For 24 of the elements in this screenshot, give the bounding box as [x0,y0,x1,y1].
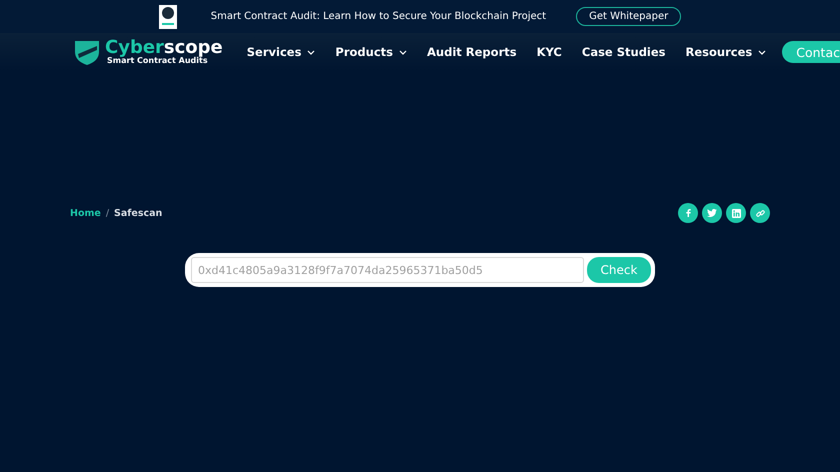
logo-text: Cyberscope [105,39,223,57]
link-icon [756,208,764,218]
current-page-label: Safescan [114,208,162,218]
whitepaper-button[interactable]: Get Whitepaper [576,7,682,26]
whitepaper-cover-icon [158,4,177,28]
nav-link[interactable]: Resources [686,45,766,59]
linkedin-icon [732,208,740,218]
breadcrumb-separator: / [106,208,110,218]
bird-icon [707,209,717,217]
share-button[interactable] [726,203,746,223]
address-input[interactable]: 0xd41c4805a9a3128f9f7a7074da25965371ba50d5 [191,257,584,283]
logo-tagline: Smart Contract Audits [107,57,208,65]
nav-link[interactable]: Services [246,45,316,59]
banner-text: Smart Contract Audit: Learn How to Secure Your Blockchain Project [210,11,546,22]
facebook-icon [686,209,690,217]
nav-link[interactable]: Case Studies [582,45,666,59]
breadcrumb-link[interactable]: Home [70,208,101,218]
share-button[interactable] [750,203,770,223]
nav-link[interactable]: KYC [536,45,562,59]
nav-link[interactable]: Products [335,45,408,59]
shield-icon [73,38,101,66]
nav-link[interactable]: Audit Reports [427,45,517,59]
share-button[interactable] [678,203,698,223]
share-button[interactable] [702,203,722,223]
